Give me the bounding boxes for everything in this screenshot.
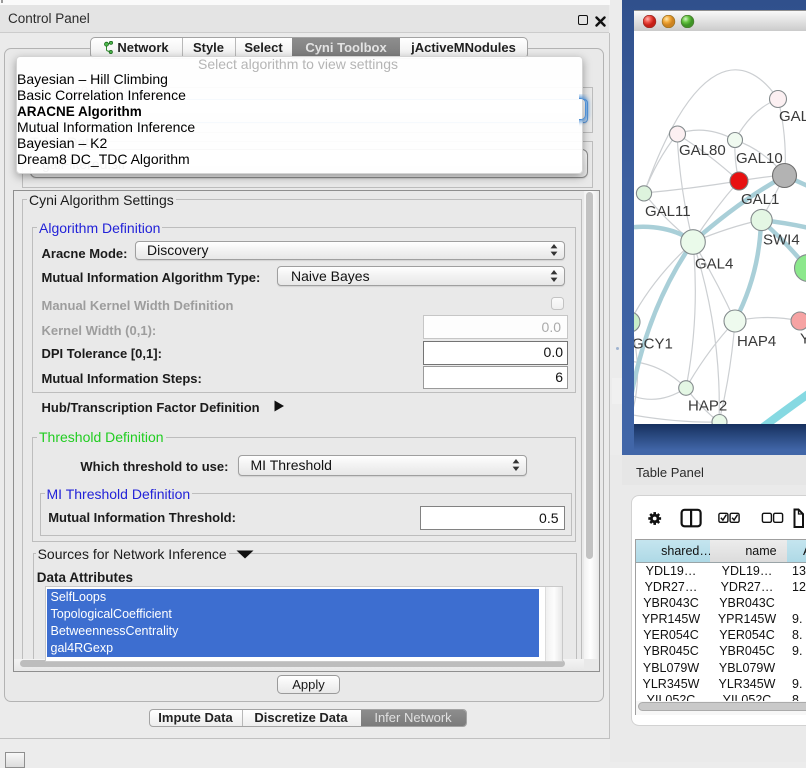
- svg-text:GAL: GAL: [779, 108, 806, 125]
- svg-text:SWI4: SWI4: [763, 232, 800, 249]
- svg-text:GCY1: GCY1: [634, 336, 673, 353]
- svg-text:HAP2: HAP2: [688, 398, 727, 415]
- svg-text:Y: Y: [800, 331, 806, 348]
- svg-text:HAP4: HAP4: [737, 333, 776, 350]
- svg-text:GAL80: GAL80: [679, 142, 726, 159]
- svg-text:GAL4: GAL4: [695, 256, 733, 273]
- svg-text:GAL1: GAL1: [741, 191, 779, 208]
- svg-text:GAL11: GAL11: [645, 203, 691, 220]
- svg-text:GAL10: GAL10: [736, 150, 783, 167]
